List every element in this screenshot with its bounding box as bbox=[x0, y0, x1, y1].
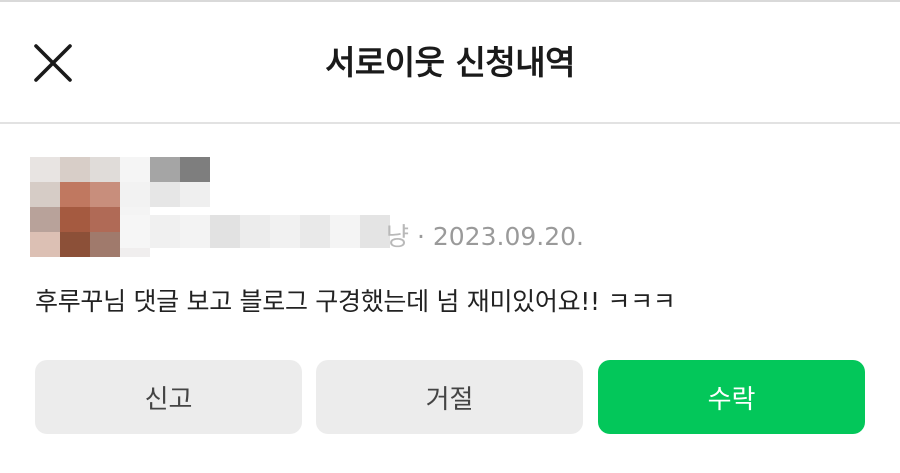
accept-button[interactable]: 수락 bbox=[598, 360, 865, 434]
request-meta: 냥 · 2023.09.20. bbox=[386, 220, 584, 254]
meta-separator: · bbox=[416, 222, 425, 251]
request-message: 후루꾸님 댓글 보고 블로그 구경했는데 넘 재미있어요!! ㅋㅋㅋ bbox=[35, 287, 676, 316]
reject-button[interactable]: 거절 bbox=[316, 360, 583, 434]
header-bar: 서로이웃 신청내역 bbox=[0, 2, 900, 122]
request-date: 2023.09.20. bbox=[432, 222, 584, 251]
report-button[interactable]: 신고 bbox=[35, 360, 302, 434]
header-divider bbox=[0, 122, 900, 124]
nickname-blurred bbox=[120, 215, 398, 248]
page-title: 서로이웃 신청내역 bbox=[325, 43, 575, 82]
nickname-tail: 냥 bbox=[386, 222, 410, 251]
